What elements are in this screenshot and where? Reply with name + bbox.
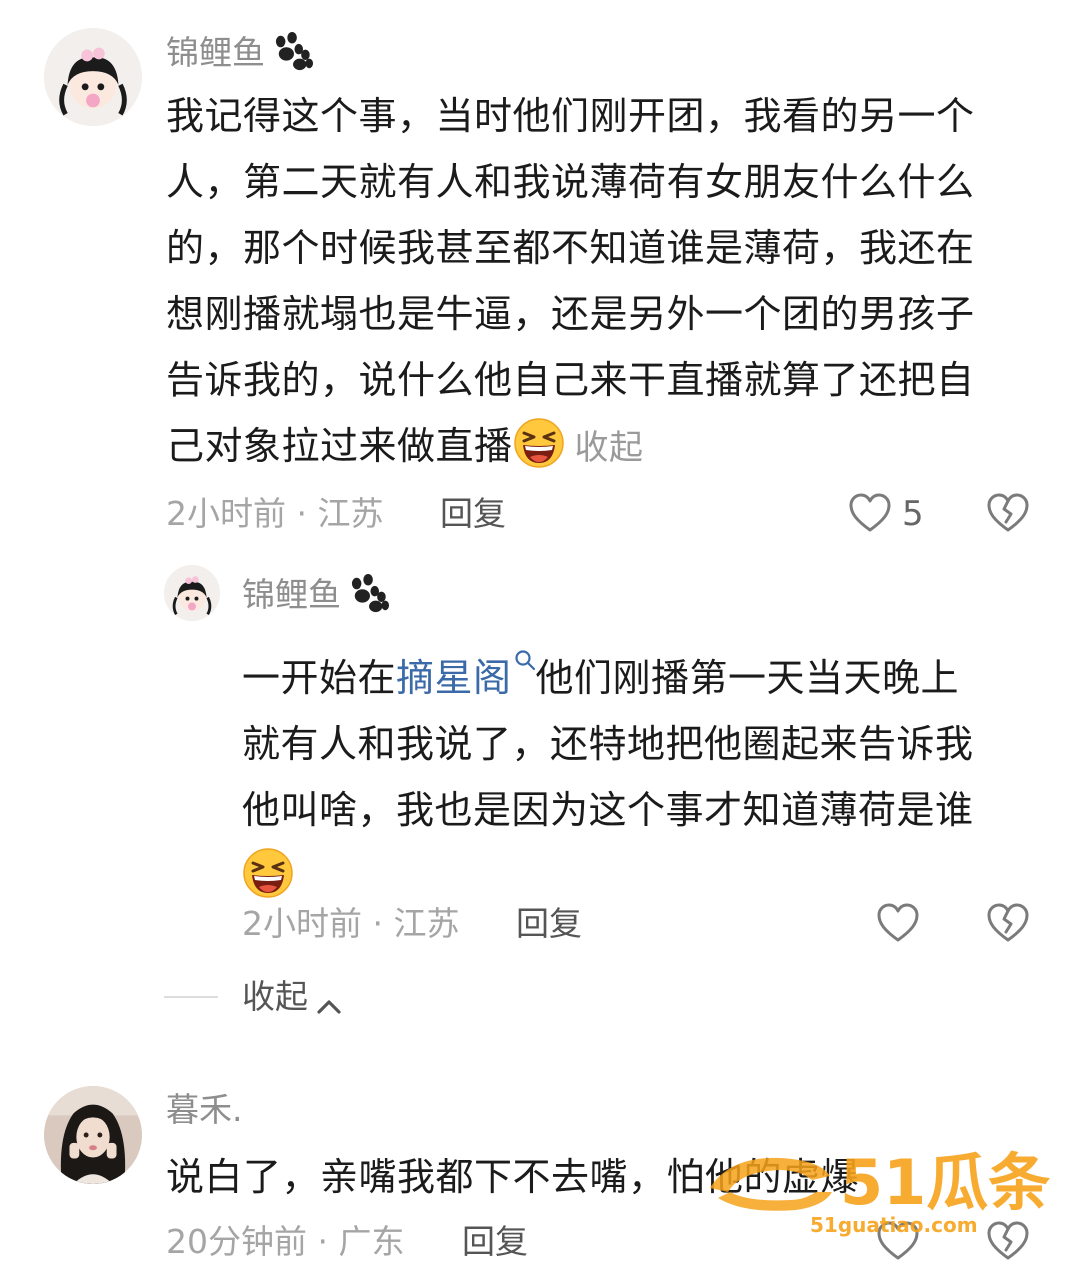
broken-heart-icon[interactable] [986,902,1030,944]
watermark-logo: 51瓜条 51guatiao.com [700,1130,1070,1240]
broken-heart-icon[interactable] [986,492,1030,534]
avatar-user-2[interactable] [164,565,220,621]
collapse-replies-label: 收起 [242,977,308,1016]
reply-button[interactable]: 回复 [462,1225,528,1258]
comment-line: 告诉我的，说什么他自己来干直播就算了还把自 [166,358,975,402]
reply-button[interactable]: 回复 [516,907,582,940]
svg-text:51guatiao.com: 51guatiao.com [810,1213,978,1237]
avatar-user-1[interactable] [44,28,142,126]
search-icon[interactable] [514,625,536,671]
paw-icon [347,574,393,614]
comment-line: 人，第二天就有人和我说薄荷有女朋友什么什么 [166,160,975,204]
comment-line: 我记得这个事，当时他们刚开团，我看的另一个 [166,94,975,138]
username[interactable]: 锦鲤鱼 [242,574,393,614]
svg-text:51瓜条: 51瓜条 [840,1146,1050,1219]
like-count: 5 [902,494,924,534]
collapse-text-button[interactable]: 收起 [575,428,644,468]
comment-line: 想刚播就塌也是牛逼，还是另外一个团的男孩子 [166,292,975,336]
comment-time-location: 20分钟前 · 广东 [166,1222,405,1261]
grin-squint-emoji [513,417,565,469]
username[interactable]: 暮禾. [166,1093,243,1126]
reply-button[interactable]: 回复 [440,497,506,530]
comment-last-line: 己对象拉过来做直播 收起 [166,413,1046,481]
collapse-replies-button[interactable]: 收起 [242,977,342,1016]
comment-line: 的，那个时候我甚至都不知道谁是薄荷，我还在 [166,226,975,270]
topic-link[interactable]: 摘星阁 [396,656,512,700]
reply-text: 一开始在摘星阁 他们刚播第一天当天晚上 就有人和我说了，还特地把他圈起来告诉我 他… [242,625,1042,909]
username-text: 锦鲤鱼 [242,574,341,614]
comment-time-location: 2小时前 · 江苏 [166,494,384,533]
comment-text-suffix: 他们刚播第一天当天晚上 [535,656,960,700]
paw-icon [271,32,317,72]
username[interactable]: 锦鲤鱼 [166,32,317,72]
username-text: 暮禾. [166,1090,243,1129]
chevron-up-icon [316,988,342,1014]
reply-first-line: 一开始在摘星阁 他们刚播第一天当天晚上 [242,625,1042,711]
heart-outline-icon[interactable] [848,492,892,534]
comment-line: 就有人和我说了，还特地把他圈起来告诉我 [242,722,974,766]
avatar-user-3[interactable] [44,1086,142,1184]
comment-text: 我记得这个事，当时他们刚开团，我看的另一个 人，第二天就有人和我说薄荷有女朋友什… [166,83,1046,481]
heart-outline-icon[interactable] [876,902,920,944]
emoji-line [242,843,1042,909]
comment-text-prefix: 一开始在 [242,656,397,700]
thread-divider [164,996,218,998]
comment-line: 己对象拉过来做直播 [166,424,513,468]
comment-time-location: 2小时前 · 江苏 [242,904,460,943]
comment-line: 他叫啥，我也是因为这个事才知道薄荷是谁 [242,788,974,832]
grin-squint-emoji [242,847,294,899]
username-text: 锦鲤鱼 [166,32,265,72]
